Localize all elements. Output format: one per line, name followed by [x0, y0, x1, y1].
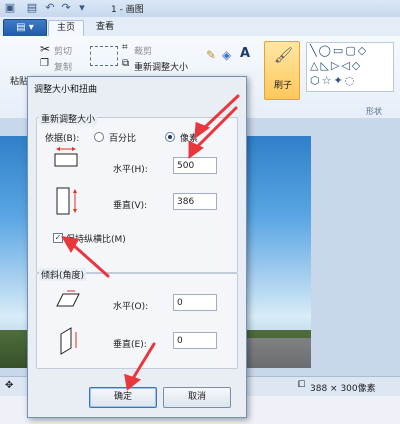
horizontal-resize-icon: [54, 147, 78, 167]
pixels-radio-label: 像素: [180, 134, 199, 144]
percent-radio-label: 百分比: [109, 134, 137, 144]
keep-ratio-label: 保持纵横比(M): [66, 235, 126, 245]
shapes-row-icons: ╲◯▭▢◇: [310, 44, 369, 57]
window-title: 1 - 画图: [111, 5, 144, 15]
ok-button[interactable]: 确定: [89, 387, 157, 408]
skew-horizontal-input[interactable]: 0: [173, 294, 217, 311]
tab-home[interactable]: 主页: [48, 20, 85, 36]
vertical-resize-icon: [56, 187, 77, 215]
fill-icon[interactable]: ◈: [222, 48, 231, 62]
title-bar: ▣ ▤ ↶ ↷ ▾ 1 - 画图: [0, 0, 400, 18]
resize-section-title: 重新调整大小: [39, 112, 98, 125]
app-icon: ▣: [4, 1, 16, 14]
select-icon[interactable]: [90, 46, 118, 66]
skew-section: 倾斜(角度) 水平(O): 0 垂直(E): 0: [36, 268, 238, 369]
skew-horizontal-icon: [56, 290, 80, 307]
resize-button[interactable]: 重新调整大小: [134, 60, 188, 73]
cancel-button[interactable]: 取消: [163, 387, 231, 408]
skew-vertical-icon: [60, 327, 77, 355]
horizontal-label: 水平(H):: [113, 165, 148, 175]
image-size-icon: ⧠: [298, 380, 306, 390]
percent-radio[interactable]: [94, 132, 104, 142]
shapes-group-label: 形状: [366, 107, 382, 116]
file-menu-button[interactable]: ▤ ▾: [3, 19, 47, 37]
undo-icon[interactable]: ↶: [44, 2, 56, 14]
copy-button[interactable]: 复制: [54, 60, 72, 73]
keep-ratio-checkbox[interactable]: ✓: [53, 233, 63, 243]
text-tool-icon[interactable]: A: [240, 46, 250, 61]
crop-button[interactable]: 裁剪: [134, 44, 152, 57]
resize-icon: ⧉: [122, 58, 130, 69]
skew-section-title: 倾斜(角度): [39, 268, 87, 281]
image-size-readout: 388 × 300像素: [310, 384, 376, 394]
pixels-radio[interactable]: [165, 132, 175, 142]
cut-icon: ✂: [40, 42, 51, 56]
brush-icon: 🖌: [274, 46, 294, 64]
save-icon[interactable]: ▤: [26, 2, 38, 14]
vertical-label: 垂直(V):: [113, 201, 148, 211]
skew-horizontal-label: 水平(O):: [113, 302, 149, 312]
crop-icon: ⌗: [122, 42, 128, 53]
horizontal-input[interactable]: 500: [173, 157, 217, 174]
paste-button[interactable]: 粘贴: [10, 74, 28, 87]
redo-icon[interactable]: ↷: [60, 2, 72, 14]
brush-button[interactable]: 🖌 刷子: [264, 41, 300, 100]
shapes-gallery[interactable]: ╲◯▭▢◇ △◺▷◁◇ ⬡☆✦◌: [306, 42, 394, 92]
shapes-row-icons: △◺▷◁◇: [310, 59, 363, 72]
resize-section: 重新调整大小 依据(B): 百分比 像素 水平(H): 500 垂直(V): 3…: [36, 112, 238, 273]
ribbon-tabs: ▤ ▾ 主页 查看: [0, 17, 400, 37]
tab-view[interactable]: 查看: [88, 20, 122, 35]
quick-access-dropdown-icon[interactable]: ▾: [76, 2, 88, 14]
brush-label: 刷子: [274, 81, 293, 91]
skew-vertical-label: 垂直(E):: [113, 340, 147, 350]
cursor-position-icon: ✥: [5, 380, 14, 391]
resize-skew-dialog: 调整大小和扭曲 重新调整大小 依据(B): 百分比 像素 水平(H): 500 …: [27, 76, 247, 418]
skew-vertical-input[interactable]: 0: [173, 332, 217, 349]
dialog-title: 调整大小和扭曲: [34, 85, 98, 95]
copy-icon: ❐: [40, 58, 49, 69]
pencil-icon[interactable]: ✎: [206, 48, 216, 62]
cut-button[interactable]: 剪切: [54, 44, 72, 57]
shapes-row-icons: ⬡☆✦◌: [310, 74, 357, 87]
basis-label: 依据(B):: [45, 134, 80, 144]
vertical-input[interactable]: 386: [173, 193, 217, 210]
